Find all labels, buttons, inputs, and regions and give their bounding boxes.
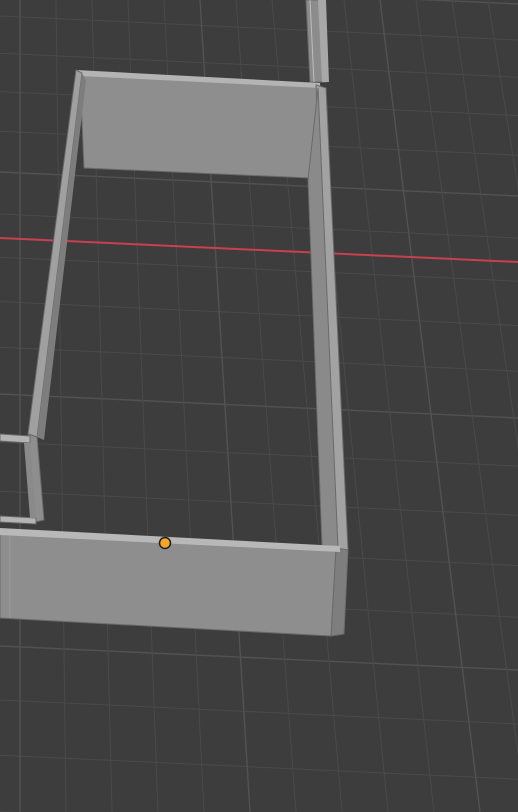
wall-back[interactable] xyxy=(76,70,321,179)
3d-viewport[interactable] xyxy=(0,0,518,812)
wall-far-segment[interactable] xyxy=(305,0,329,83)
viewport-canvas[interactable] xyxy=(0,0,518,812)
object-origin-point[interactable] xyxy=(158,536,172,550)
